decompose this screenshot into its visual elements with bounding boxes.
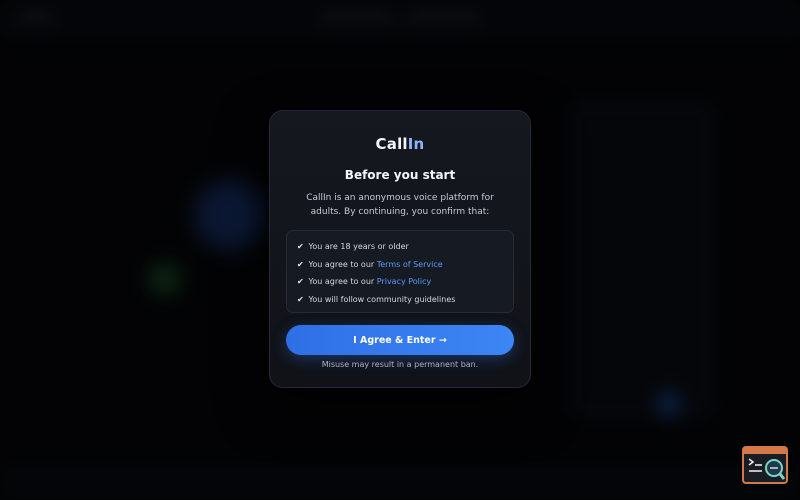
privacy-policy-link[interactable]: Privacy Policy	[377, 277, 432, 286]
consent-modal: CallIn Before you start CallIn is an ano…	[269, 110, 531, 388]
modal-title: Before you start	[344, 168, 456, 182]
ban-warning: Misuse may result in a permanent ban.	[321, 360, 479, 369]
list-item-text: You agree to our	[308, 277, 377, 286]
list-item: ✔ You agree to our Terms of Service	[297, 256, 503, 274]
brand-name-accent: In	[407, 135, 425, 153]
terms-of-service-link[interactable]: Terms of Service	[377, 260, 443, 269]
confirmation-list: ✔ You are 18 years or older ✔ You agree …	[286, 230, 514, 313]
check-icon: ✔	[297, 277, 304, 286]
check-icon: ✔	[297, 242, 304, 251]
brand-name: Call	[375, 135, 408, 153]
terminal-search-icon[interactable]	[742, 446, 788, 484]
modal-description: CallIn is an anonymous voice platform fo…	[306, 193, 494, 217]
list-item: ✔ You will follow community guidelines	[297, 291, 503, 309]
list-item: ✔ You are 18 years or older	[297, 238, 503, 256]
check-icon: ✔	[297, 294, 304, 304]
list-item: ✔ You agree to our Privacy Policy	[297, 273, 503, 291]
brand-logo: CallIn	[286, 135, 514, 153]
list-item-text: You are 18 years or older	[308, 242, 409, 251]
agree-and-enter-button[interactable]: I Agree & Enter →	[286, 325, 514, 355]
list-item-text: You will follow community guidelines	[308, 294, 456, 304]
check-icon: ✔	[297, 259, 304, 269]
list-item-text: You agree to our	[308, 259, 377, 269]
terminal-search-glyph	[744, 448, 786, 480]
